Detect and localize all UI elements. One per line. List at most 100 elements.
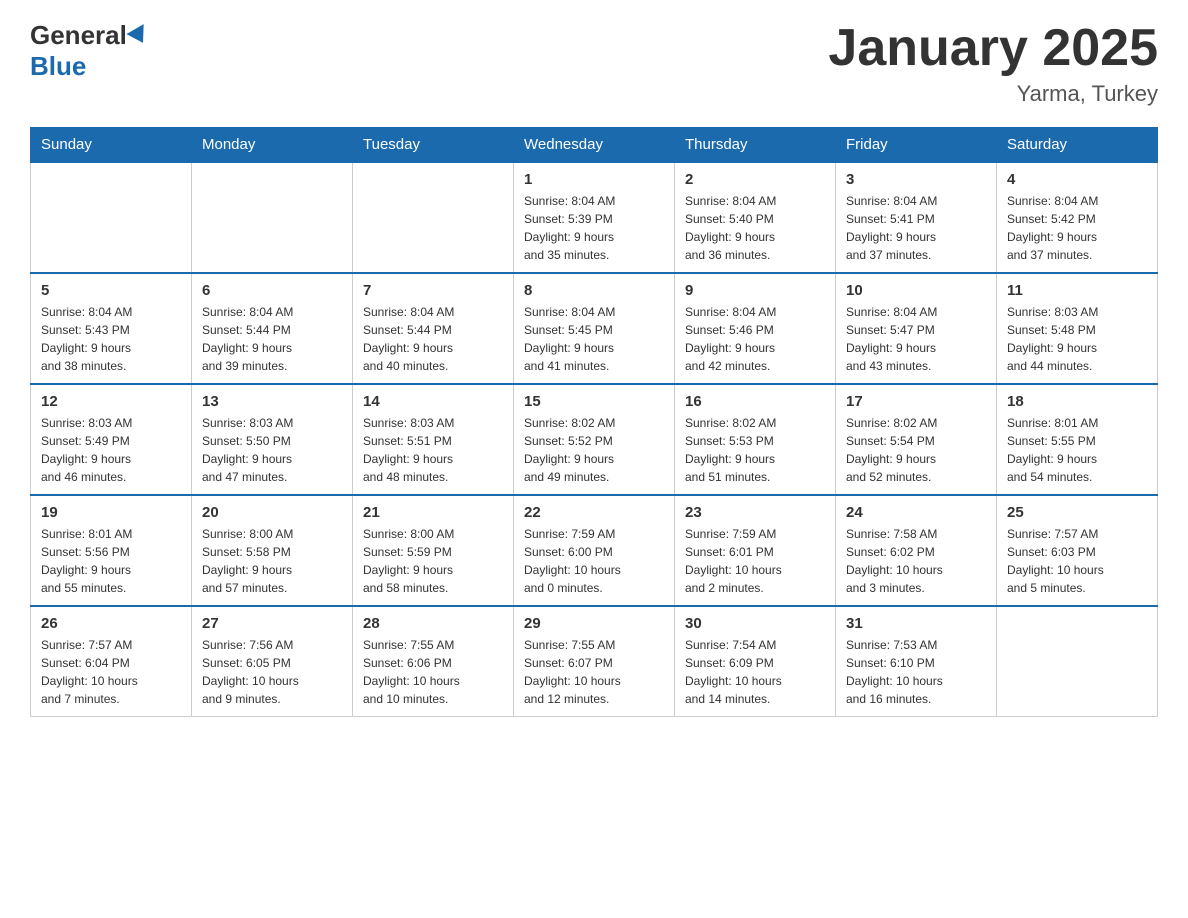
table-row: 21 Sunrise: 8:00 AM Sunset: 5:59 PM Dayli…: [353, 495, 514, 606]
table-row: 26 Sunrise: 7:57 AM Sunset: 6:04 PM Dayli…: [31, 606, 192, 717]
day-info: Sunrise: 8:04 AM Sunset: 5:39 PM Dayligh…: [524, 192, 664, 264]
day-info: Sunrise: 7:59 AM Sunset: 6:01 PM Dayligh…: [685, 525, 825, 597]
logo: General Blue: [30, 20, 151, 82]
day-info: Sunrise: 8:04 AM Sunset: 5:42 PM Dayligh…: [1007, 192, 1147, 264]
table-row: 17 Sunrise: 8:02 AM Sunset: 5:54 PM Dayli…: [836, 384, 997, 495]
day-info: Sunrise: 8:03 AM Sunset: 5:48 PM Dayligh…: [1007, 303, 1147, 375]
day-info: Sunrise: 7:56 AM Sunset: 6:05 PM Dayligh…: [202, 636, 342, 708]
table-row: 10 Sunrise: 8:04 AM Sunset: 5:47 PM Dayli…: [836, 273, 997, 384]
day-number: 29: [524, 615, 664, 632]
title-section: January 2025 Yarma, Turkey: [828, 20, 1158, 107]
calendar-week-row: 1 Sunrise: 8:04 AM Sunset: 5:39 PM Daylig…: [31, 162, 1158, 273]
table-row: 29 Sunrise: 7:55 AM Sunset: 6:07 PM Dayli…: [514, 606, 675, 717]
col-sunday: Sunday: [31, 128, 192, 163]
table-row: 4 Sunrise: 8:04 AM Sunset: 5:42 PM Daylig…: [997, 162, 1158, 273]
day-number: 11: [1007, 282, 1147, 299]
day-number: 7: [363, 282, 503, 299]
table-row: 19Sunrise: 8:01 AM Sunset: 5:56 PM Dayli…: [31, 495, 192, 606]
day-number: 4: [1007, 171, 1147, 188]
day-info: Sunrise: 8:03 AM Sunset: 5:50 PM Dayligh…: [202, 414, 342, 486]
day-info: Sunrise: 8:02 AM Sunset: 5:53 PM Dayligh…: [685, 414, 825, 486]
calendar-week-row: 12 Sunrise: 8:03 AM Sunset: 5:49 PM Dayli…: [31, 384, 1158, 495]
table-row: 25Sunrise: 7:57 AM Sunset: 6:03 PM Dayli…: [997, 495, 1158, 606]
table-row: 15Sunrise: 8:02 AM Sunset: 5:52 PM Dayli…: [514, 384, 675, 495]
day-info: Sunrise: 8:04 AM Sunset: 5:47 PM Dayligh…: [846, 303, 986, 375]
day-number: 30: [685, 615, 825, 632]
day-number: 12: [41, 393, 181, 410]
table-row: 23 Sunrise: 7:59 AM Sunset: 6:01 PM Dayli…: [675, 495, 836, 606]
table-row: 1 Sunrise: 8:04 AM Sunset: 5:39 PM Daylig…: [514, 162, 675, 273]
day-info: Sunrise: 8:03 AM Sunset: 5:49 PM Dayligh…: [41, 414, 181, 486]
day-info: Sunrise: 8:03 AM Sunset: 5:51 PM Dayligh…: [363, 414, 503, 486]
day-number: 22: [524, 504, 664, 521]
table-row: 27 Sunrise: 7:56 AM Sunset: 6:05 PM Dayli…: [192, 606, 353, 717]
col-friday: Friday: [836, 128, 997, 163]
table-row: 22 Sunrise: 7:59 AM Sunset: 6:00 PM Dayli…: [514, 495, 675, 606]
day-info: Sunrise: 8:04 AM Sunset: 5:46 PM Dayligh…: [685, 303, 825, 375]
day-info: Sunrise: 8:01 AM Sunset: 5:55 PM Dayligh…: [1007, 414, 1147, 486]
day-number: 28: [363, 615, 503, 632]
calendar-week-row: 26 Sunrise: 7:57 AM Sunset: 6:04 PM Dayli…: [31, 606, 1158, 717]
day-number: 27: [202, 615, 342, 632]
col-thursday: Thursday: [675, 128, 836, 163]
day-number: 31: [846, 615, 986, 632]
day-info: Sunrise: 8:04 AM Sunset: 5:45 PM Dayligh…: [524, 303, 664, 375]
table-row: 2Sunrise: 8:04 AM Sunset: 5:40 PM Daylig…: [675, 162, 836, 273]
table-row: 16 Sunrise: 8:02 AM Sunset: 5:53 PM Dayli…: [675, 384, 836, 495]
day-info: Sunrise: 8:04 AM Sunset: 5:44 PM Dayligh…: [202, 303, 342, 375]
day-number: 25: [1007, 504, 1147, 521]
day-info: Sunrise: 7:55 AM Sunset: 6:07 PM Dayligh…: [524, 636, 664, 708]
table-row: 3Sunrise: 8:04 AM Sunset: 5:41 PM Daylig…: [836, 162, 997, 273]
table-row: 18Sunrise: 8:01 AM Sunset: 5:55 PM Dayli…: [997, 384, 1158, 495]
day-number: 10: [846, 282, 986, 299]
day-info: Sunrise: 8:04 AM Sunset: 5:41 PM Dayligh…: [846, 192, 986, 264]
table-row: 5Sunrise: 8:04 AM Sunset: 5:43 PM Daylig…: [31, 273, 192, 384]
day-number: 13: [202, 393, 342, 410]
table-row: 13 Sunrise: 8:03 AM Sunset: 5:50 PM Dayli…: [192, 384, 353, 495]
calendar-week-row: 19Sunrise: 8:01 AM Sunset: 5:56 PM Dayli…: [31, 495, 1158, 606]
table-row: [192, 162, 353, 273]
day-number: 16: [685, 393, 825, 410]
calendar-table: Sunday Monday Tuesday Wednesday Thursday…: [30, 127, 1158, 717]
calendar-header-row: Sunday Monday Tuesday Wednesday Thursday…: [31, 128, 1158, 163]
logo-blue-text: Blue: [30, 51, 86, 82]
col-monday: Monday: [192, 128, 353, 163]
day-info: Sunrise: 7:57 AM Sunset: 6:04 PM Dayligh…: [41, 636, 181, 708]
day-number: 1: [524, 171, 664, 188]
day-info: Sunrise: 8:00 AM Sunset: 5:59 PM Dayligh…: [363, 525, 503, 597]
table-row: 24Sunrise: 7:58 AM Sunset: 6:02 PM Dayli…: [836, 495, 997, 606]
logo-general-text: General: [30, 20, 127, 51]
logo-arrow-icon: [126, 24, 151, 48]
table-row: [353, 162, 514, 273]
table-row: 11 Sunrise: 8:03 AM Sunset: 5:48 PM Dayli…: [997, 273, 1158, 384]
table-row: 6Sunrise: 8:04 AM Sunset: 5:44 PM Daylig…: [192, 273, 353, 384]
table-row: 28Sunrise: 7:55 AM Sunset: 6:06 PM Dayli…: [353, 606, 514, 717]
day-info: Sunrise: 7:53 AM Sunset: 6:10 PM Dayligh…: [846, 636, 986, 708]
day-number: 15: [524, 393, 664, 410]
table-row: [31, 162, 192, 273]
location-label: Yarma, Turkey: [828, 81, 1158, 107]
table-row: 12 Sunrise: 8:03 AM Sunset: 5:49 PM Dayli…: [31, 384, 192, 495]
col-saturday: Saturday: [997, 128, 1158, 163]
day-number: 2: [685, 171, 825, 188]
day-info: Sunrise: 8:02 AM Sunset: 5:54 PM Dayligh…: [846, 414, 986, 486]
day-number: 5: [41, 282, 181, 299]
table-row: 30 Sunrise: 7:54 AM Sunset: 6:09 PM Dayli…: [675, 606, 836, 717]
day-info: Sunrise: 8:00 AM Sunset: 5:58 PM Dayligh…: [202, 525, 342, 597]
day-number: 20: [202, 504, 342, 521]
page-header: General Blue January 2025 Yarma, Turkey: [30, 20, 1158, 107]
day-number: 23: [685, 504, 825, 521]
day-info: Sunrise: 7:59 AM Sunset: 6:00 PM Dayligh…: [524, 525, 664, 597]
table-row: 20 Sunrise: 8:00 AM Sunset: 5:58 PM Dayli…: [192, 495, 353, 606]
day-info: Sunrise: 8:04 AM Sunset: 5:44 PM Dayligh…: [363, 303, 503, 375]
table-row: 8Sunrise: 8:04 AM Sunset: 5:45 PM Daylig…: [514, 273, 675, 384]
col-wednesday: Wednesday: [514, 128, 675, 163]
month-title: January 2025: [828, 20, 1158, 77]
day-info: Sunrise: 7:54 AM Sunset: 6:09 PM Dayligh…: [685, 636, 825, 708]
day-number: 17: [846, 393, 986, 410]
day-number: 21: [363, 504, 503, 521]
col-tuesday: Tuesday: [353, 128, 514, 163]
day-number: 14: [363, 393, 503, 410]
day-number: 26: [41, 615, 181, 632]
day-number: 24: [846, 504, 986, 521]
